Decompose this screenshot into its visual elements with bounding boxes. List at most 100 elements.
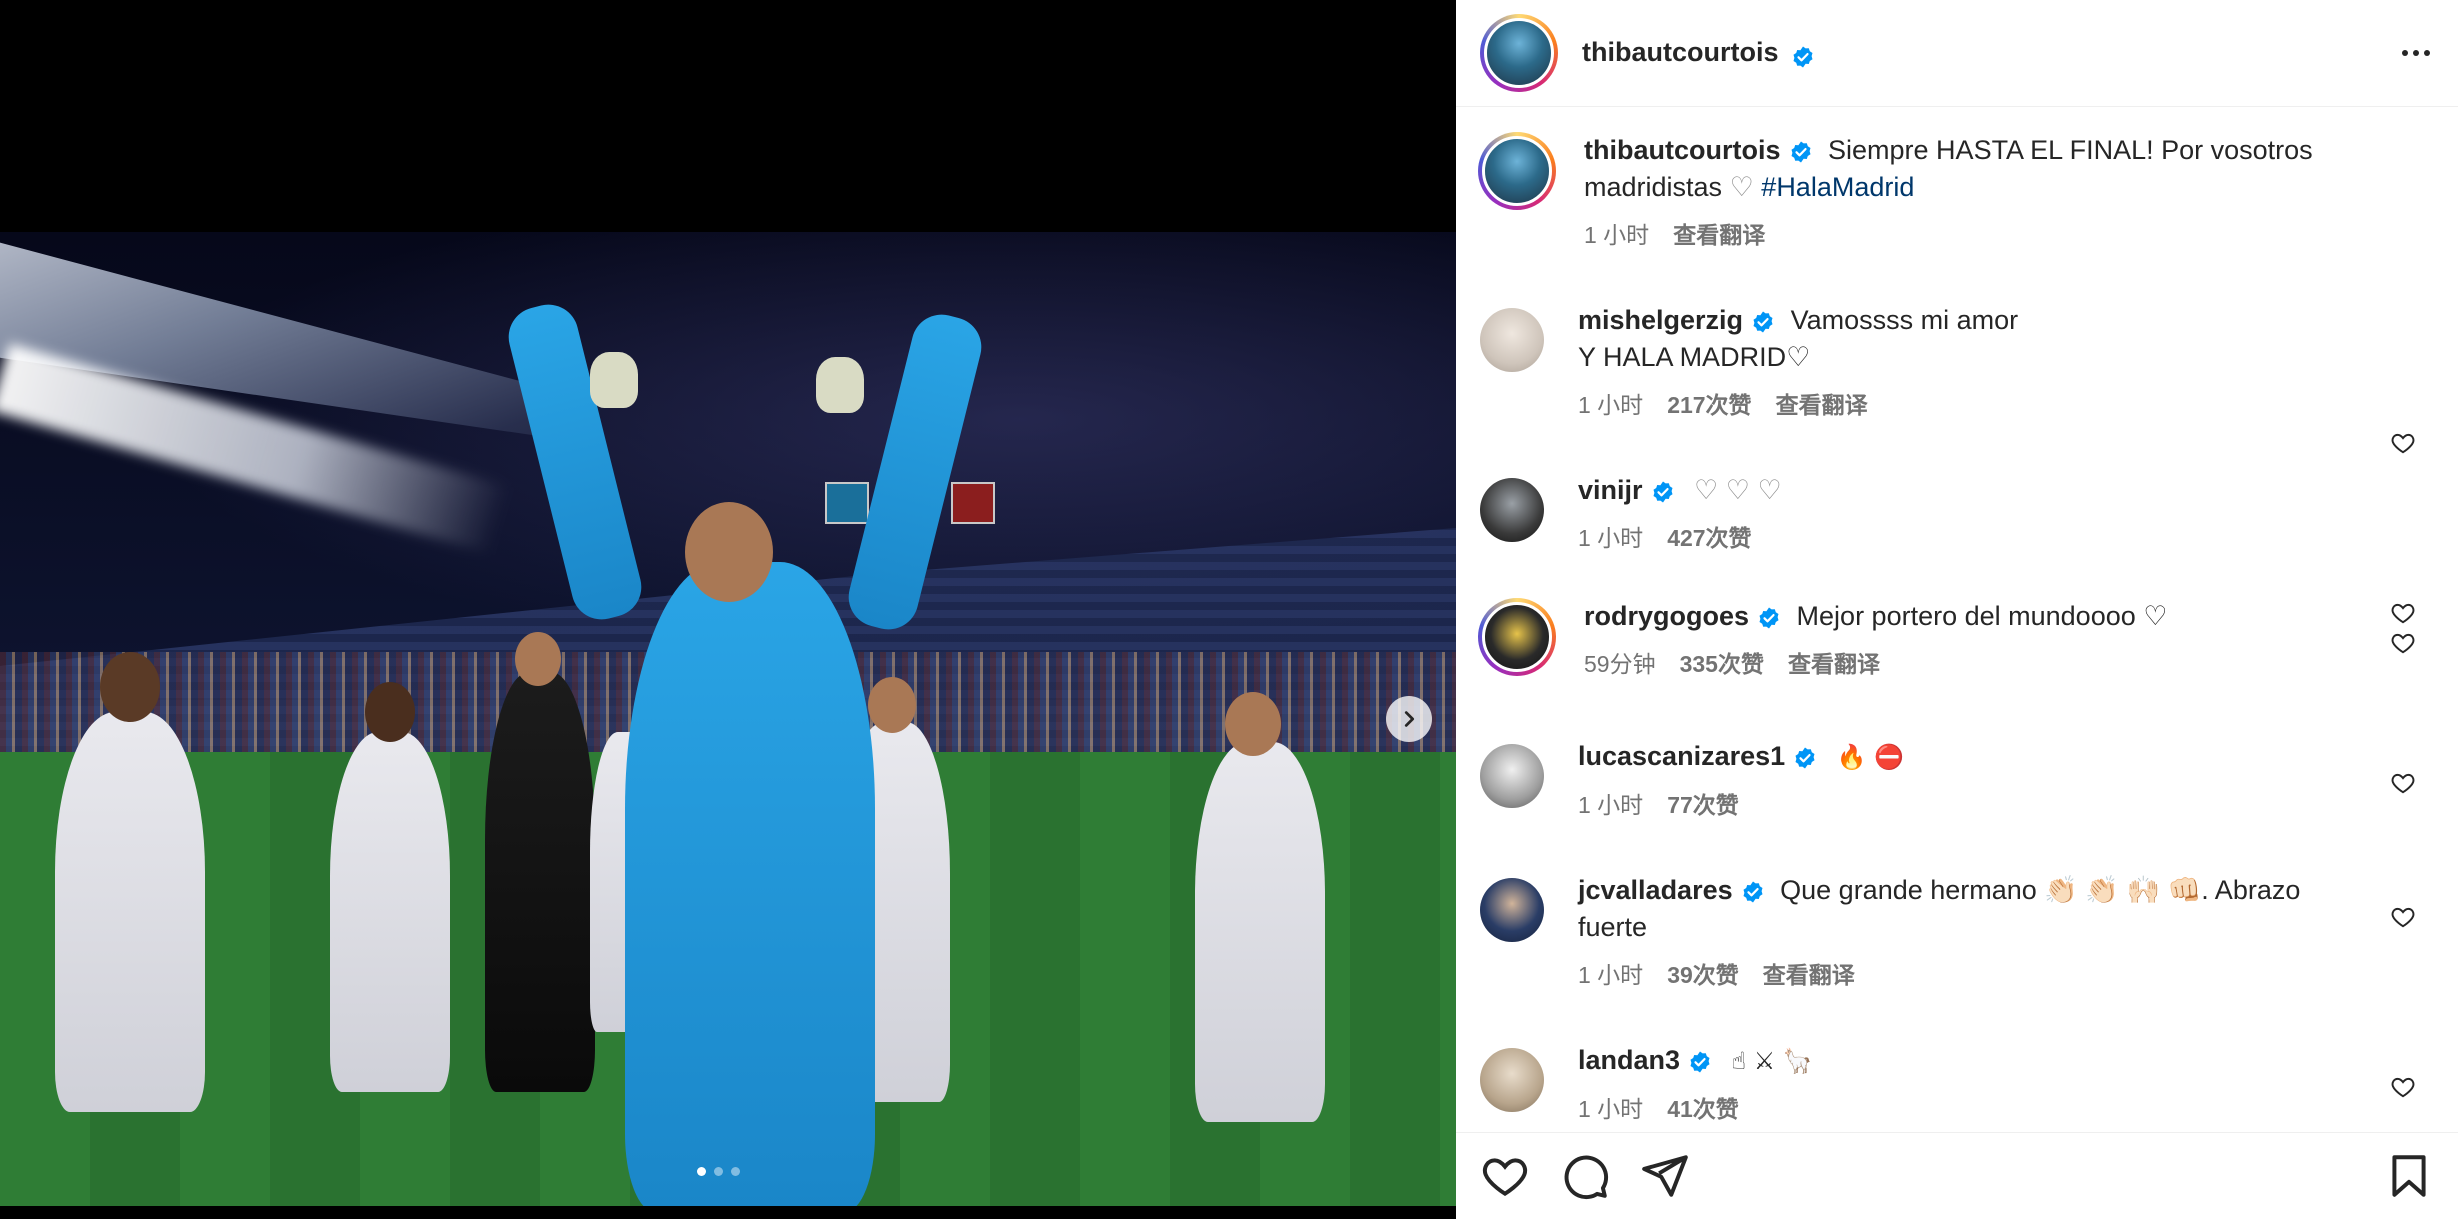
verified-badge-icon [1789, 140, 1813, 164]
photo-player [55, 712, 205, 1112]
post-photo[interactable] [0, 232, 1456, 1206]
comment-like-heart-icon[interactable] [2390, 770, 2416, 796]
comment-like-count[interactable]: 39次赞 [1667, 956, 1739, 990]
caption-username[interactable]: thibautcourtois [1584, 135, 1781, 165]
photo-player-head [515, 632, 561, 686]
see-translation-button[interactable]: 查看翻译 [1776, 386, 1868, 420]
photo-goalkeeper [625, 562, 875, 1206]
author-avatar[interactable] [1480, 14, 1558, 92]
comment-body: rodrygogoes Mejor portero del mundoooo ♡… [1584, 598, 2430, 679]
commenter-username[interactable]: landan3 [1578, 1045, 1680, 1075]
comment-text: rodrygogoes Mejor portero del mundoooo ♡ [1584, 598, 2430, 635]
caption-timestamp[interactable]: 1 小时 [1584, 216, 1649, 250]
verified-badge-icon [1793, 746, 1817, 770]
commenter-username[interactable]: rodrygogoes [1584, 601, 1749, 631]
comment-item: lucascanizares1 🔥 ⛔ 1 小时 77次赞 [1480, 738, 2430, 820]
post-action-bar [1456, 1132, 2458, 1219]
author-avatar-image [1484, 18, 1554, 88]
see-translation-button[interactable]: 查看翻译 [1673, 216, 1765, 250]
comment-body: mishelgerzig Vamossss mi amor Y HALA MAD… [1578, 302, 2430, 420]
comment-message: Vamossss mi amor [1790, 305, 2019, 335]
chevron-right-icon [1404, 711, 1415, 727]
commenter-avatar[interactable] [1480, 878, 1544, 942]
comment-message-line2: Y HALA MADRID♡ [1578, 342, 1811, 372]
caption-body: thibautcourtois Siempre HASTA EL FINAL! … [1584, 132, 2430, 250]
caption-meta: 1 小时 查看翻译 [1584, 216, 2430, 250]
photo-scoreboard [951, 482, 995, 524]
comment-text: lucascanizares1 🔥 ⛔ [1578, 738, 2430, 776]
photo-glove [816, 357, 864, 413]
caption-heart-emoji: ♡ [1729, 172, 1754, 202]
comment-timestamp[interactable]: 1 小时 [1578, 519, 1643, 553]
verified-badge-icon [1757, 606, 1781, 630]
comment-text: mishelgerzig Vamossss mi amor Y HALA MAD… [1578, 302, 2430, 376]
photo-player-head [868, 677, 916, 733]
comment-item: landan3 ☝ ⚔ 🦙 1 小时 41次赞 [1480, 1042, 2430, 1124]
comment-text: vinijr ♡ ♡ ♡ [1578, 472, 2430, 509]
comment-message: ♡ ♡ ♡ [1694, 475, 1782, 505]
comment-like-count[interactable]: 335次赞 [1680, 645, 1764, 679]
more-options-icon[interactable] [2402, 50, 2430, 56]
photo-player [330, 732, 450, 1092]
comment-timestamp[interactable]: 1 小时 [1578, 786, 1643, 820]
see-translation-button[interactable]: 查看翻译 [1763, 956, 1855, 990]
author-username-text[interactable]: thibautcourtois [1582, 37, 1779, 67]
comment-text: jcvalladares Que grande hermano 👏🏻 👏🏻 🙌🏻… [1578, 872, 2430, 946]
comment-like-heart-icon[interactable] [2390, 430, 2416, 456]
comment-body: landan3 ☝ ⚔ 🦙 1 小时 41次赞 [1578, 1042, 2430, 1124]
comment-message: 🔥 ⛔ [1836, 743, 1905, 771]
author-avatar[interactable] [1478, 132, 1556, 210]
comment-timestamp[interactable]: 1 小时 [1578, 386, 1643, 420]
comment-meta: 1 小时 41次赞 [1578, 1090, 2430, 1124]
comment-icon[interactable] [1560, 1151, 1610, 1201]
commenter-avatar[interactable] [1480, 744, 1544, 808]
comment-message-line2: fuerte [1578, 912, 1648, 942]
commenter-username[interactable]: jcvalladares [1578, 875, 1733, 905]
carousel-indicator [697, 1167, 740, 1176]
comment-like-heart-icon[interactable] [2390, 630, 2416, 656]
verified-badge-icon [1741, 880, 1765, 904]
see-translation-button[interactable]: 查看翻译 [1788, 645, 1880, 679]
verified-badge-icon [1791, 45, 1815, 69]
caption-hashtag-link[interactable]: #HalaMadrid [1761, 172, 1914, 202]
comment-meta: 1 小时 39次赞 查看翻译 [1578, 956, 2430, 990]
photo-player [1195, 742, 1325, 1122]
comment-timestamp[interactable]: 1 小时 [1578, 1090, 1643, 1124]
commenter-avatar[interactable] [1480, 478, 1544, 542]
comment-timestamp[interactable]: 1 小时 [1578, 956, 1643, 990]
post-media[interactable] [0, 0, 1456, 1219]
comment-timestamp[interactable]: 59分钟 [1584, 645, 1656, 679]
comment-like-heart-icon[interactable] [2390, 1074, 2416, 1100]
carousel-dot [714, 1167, 723, 1176]
carousel-next-button[interactable] [1386, 696, 1432, 742]
commenter-avatar[interactable] [1480, 308, 1544, 372]
comment-message: Que grande hermano 👏🏻 👏🏻 🙌🏻 👊🏻. Abrazo [1780, 875, 2301, 905]
comment-like-heart-icon[interactable] [2390, 904, 2416, 930]
author-username[interactable]: thibautcourtois [1582, 37, 1815, 69]
commenter-avatar[interactable] [1478, 598, 1556, 676]
commenter-username[interactable]: vinijr [1578, 475, 1643, 505]
photo-player-head [1225, 692, 1281, 756]
comment-item: mishelgerzig Vamossss mi amor Y HALA MAD… [1480, 302, 2430, 454]
more-dot [2424, 50, 2430, 56]
photo-goalkeeper-head [685, 502, 773, 602]
comment-like-count[interactable]: 77次赞 [1667, 786, 1739, 820]
bookmark-icon[interactable] [2384, 1151, 2434, 1201]
comment-item: jcvalladares Que grande hermano 👏🏻 👏🏻 🙌🏻… [1480, 872, 2430, 990]
commenter-username[interactable]: mishelgerzig [1578, 305, 1743, 335]
comment-body: vinijr ♡ ♡ ♡ 1 小时 427次赞 [1578, 472, 2430, 553]
comment-like-count[interactable]: 427次赞 [1667, 519, 1751, 553]
more-dot [2402, 50, 2408, 56]
carousel-dot [697, 1167, 706, 1176]
verified-badge-icon [1688, 1050, 1712, 1074]
commenter-username[interactable]: lucascanizares1 [1578, 741, 1785, 771]
heart-icon[interactable] [1480, 1151, 1530, 1201]
comment-like-count[interactable]: 217次赞 [1667, 386, 1751, 420]
share-icon[interactable] [1640, 1151, 1690, 1201]
comment-like-count[interactable]: 41次赞 [1667, 1090, 1739, 1124]
photo-glove [590, 352, 638, 408]
author-avatar-image [1482, 136, 1552, 206]
comment-meta: 59分钟 335次赞 查看翻译 [1584, 645, 2430, 679]
comments-list[interactable]: thibautcourtois Siempre HASTA EL FINAL! … [1456, 108, 2458, 1132]
commenter-avatar[interactable] [1480, 1048, 1544, 1112]
